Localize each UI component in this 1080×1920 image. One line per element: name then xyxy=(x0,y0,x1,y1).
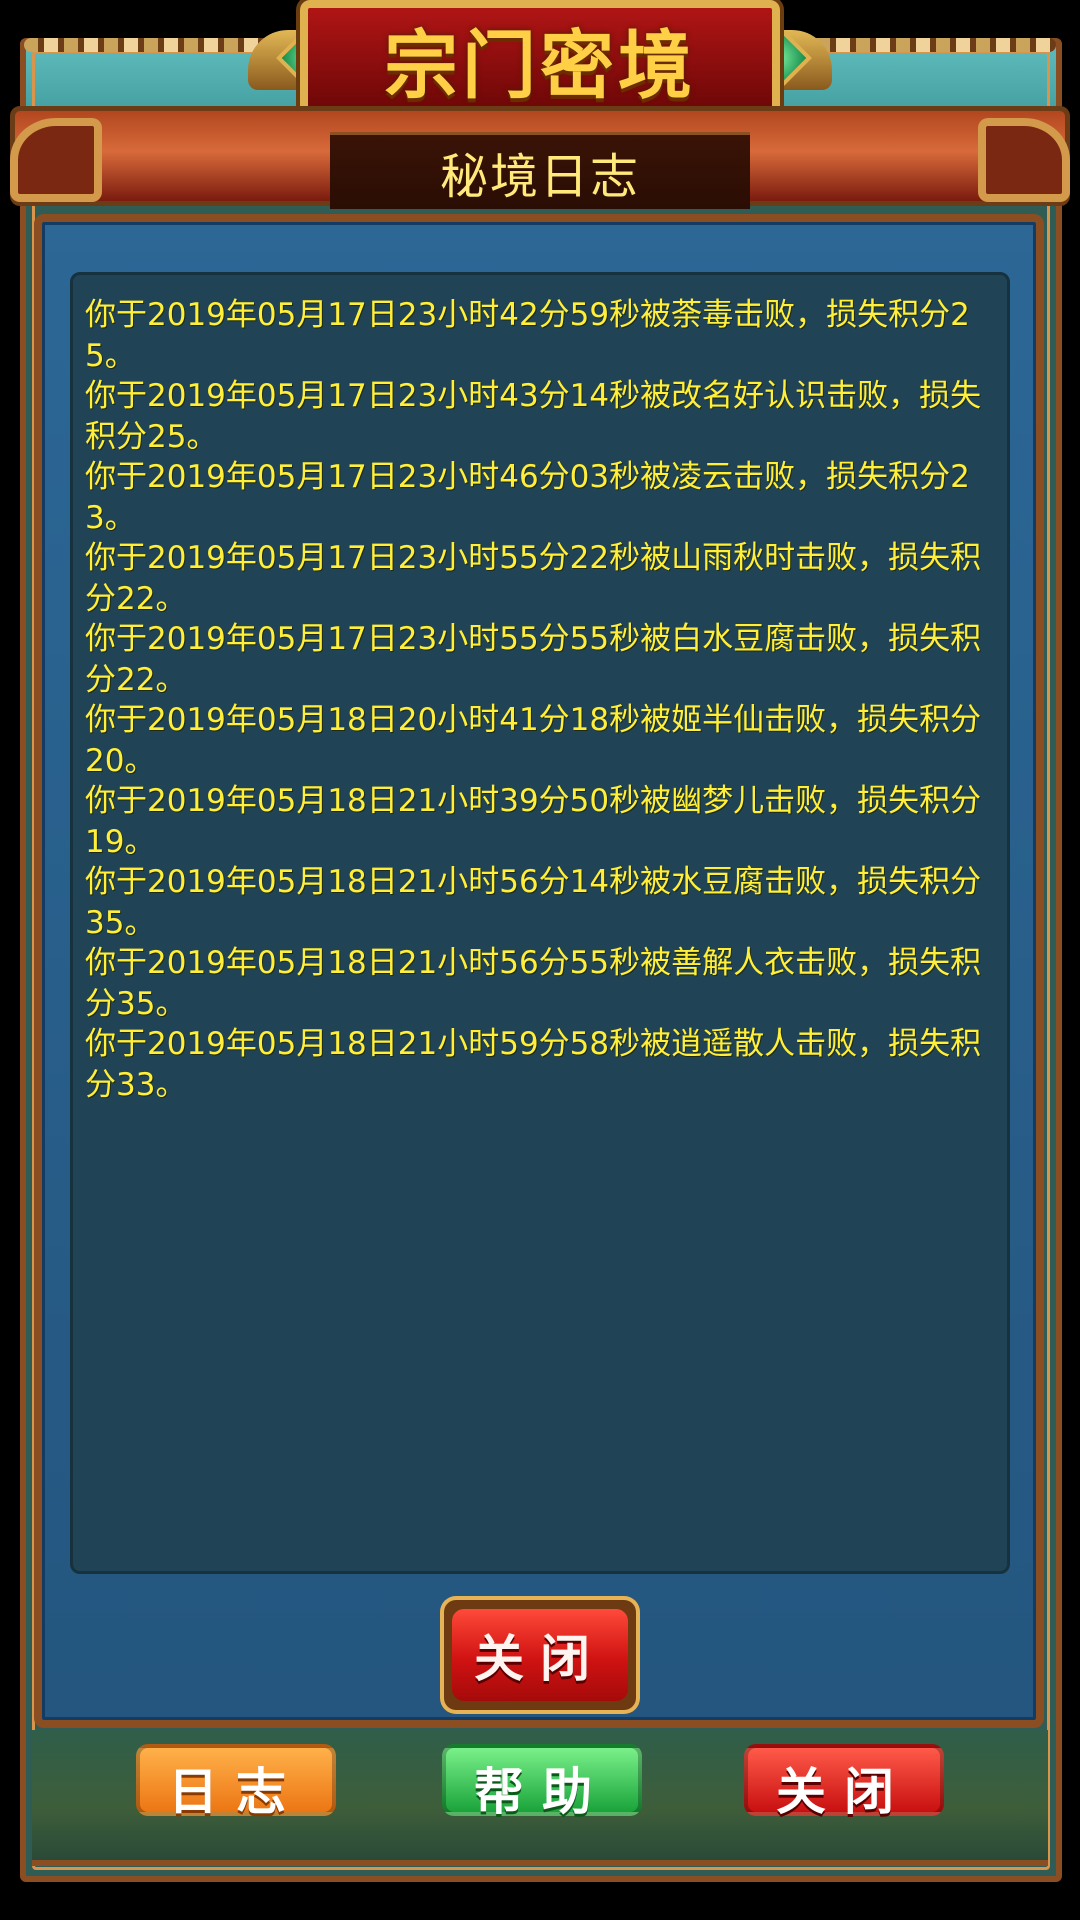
log-entry: 你于2019年05月17日23小时42分59秒被荼毒击败，损失积分25。 xyxy=(85,297,970,374)
dialog-close-button[interactable]: 关闭 xyxy=(440,1596,640,1714)
log-entry: 你于2019年05月18日21小时39分50秒被幽梦儿击败，损失积分19。 xyxy=(85,783,982,860)
page-title: 宗门密境 xyxy=(384,22,696,109)
log-button-label: 日志 xyxy=(168,1763,304,1821)
log-entry: 你于2019年05月17日23小时55分22秒被山雨秋时击败，损失积分22。 xyxy=(85,540,982,617)
help-button-label: 帮助 xyxy=(474,1763,610,1821)
log-entry: 你于2019年05月17日23小时43分14秒被改名好认识击败，损失积分25。 xyxy=(85,378,982,455)
log-scroll-area[interactable]: 你于2019年05月17日23小时42分59秒被荼毒击败，损失积分25。 你于2… xyxy=(70,272,1010,1574)
log-button[interactable]: 日志 xyxy=(136,1744,336,1821)
log-entry: 你于2019年05月18日21小时56分55秒被善解人衣击败，损失积分35。 xyxy=(85,945,982,1022)
log-entry: 你于2019年05月17日23小时55分55秒被白水豆腐击败，损失积分22。 xyxy=(85,621,982,698)
log-entry: 你于2019年05月17日23小时46分03秒被凌云击败，损失积分23。 xyxy=(85,459,970,536)
title-banner: 宗门密境 xyxy=(300,0,780,118)
dialog-close-button-label: 关闭 xyxy=(452,1609,628,1701)
dialog-title: 秘境日志 xyxy=(439,149,640,205)
log-entry: 你于2019年05月18日20小时41分18秒被姬半仙击败，损失积分20。 xyxy=(85,702,982,779)
log-entry: 你于2019年05月18日21小时59分58秒被逍遥散人击败，损失积分33。 xyxy=(85,1026,982,1103)
log-list: 你于2019年05月17日23小时42分59秒被荼毒击败，损失积分25。 你于2… xyxy=(85,295,997,1105)
close-main-button[interactable]: 关闭 xyxy=(744,1744,944,1821)
close-main-button-label: 关闭 xyxy=(776,1763,912,1821)
corner-scroll-right-ornament xyxy=(978,118,1070,202)
help-button[interactable]: 帮助 xyxy=(442,1744,642,1821)
subtitle-plate: 秘境日志 xyxy=(330,132,750,209)
log-entry: 你于2019年05月18日21小时56分14秒被水豆腐击败，损失积分35。 xyxy=(85,864,982,941)
corner-scroll-left-ornament xyxy=(10,118,102,202)
